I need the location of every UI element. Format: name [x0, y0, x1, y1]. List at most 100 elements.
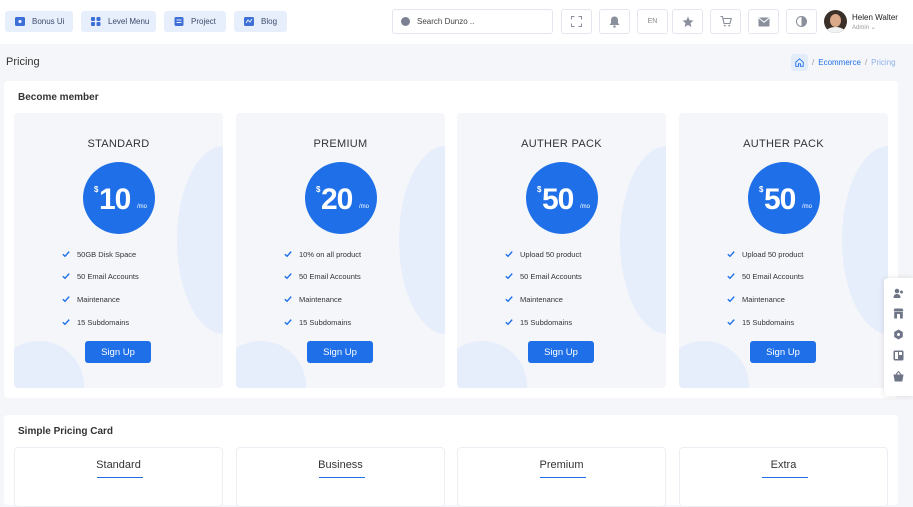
fullscreen-button[interactable] [561, 9, 592, 34]
price-period: /mo [580, 204, 591, 210]
cart-icon [720, 16, 732, 27]
decorative-circle [177, 146, 223, 334]
sign-up-button[interactable]: Sign Up [85, 341, 151, 363]
check-icon [284, 319, 292, 326]
chevron-down-icon: ⌄ [870, 25, 876, 31]
check-icon [505, 296, 513, 303]
cart-button[interactable] [710, 9, 741, 34]
feature-label: 50GB Disk Space [77, 250, 137, 259]
mail-icon [757, 17, 770, 26]
feature-item: Upload 50 product [727, 250, 804, 259]
dark-mode-icon [796, 16, 807, 27]
feature-item: 50 Email Accounts [505, 272, 582, 281]
plan-title: PREMIUM [313, 138, 368, 150]
decorative-circle [620, 146, 666, 334]
decorative-circle [679, 341, 749, 388]
check-icon [727, 273, 735, 280]
feature-label: 50 Email Accounts [77, 272, 139, 281]
simple-card-title: Business [318, 459, 363, 471]
feature-label: 50 Email Accounts [742, 272, 804, 281]
plan-title: AUTHER PACK [521, 138, 602, 150]
price-currency: $ [537, 185, 542, 194]
price-badge: $50/mo [526, 162, 598, 234]
bell-icon [609, 16, 620, 28]
pricing-card: AUTHER PACK $50/mo Upload 50 product 50 Ema… [457, 113, 666, 388]
plan-title: AUTHER PACK [743, 138, 824, 150]
feature-item: 50 Email Accounts [284, 272, 361, 281]
nav-blog-label: Blog [261, 17, 278, 26]
check-icon [62, 273, 70, 280]
simple-card: Business [236, 447, 445, 507]
simple-card-title: Standard [96, 459, 141, 471]
decorative-circle [842, 146, 888, 334]
home-icon [795, 58, 804, 67]
breadcrumb-separator: / [864, 58, 868, 67]
user-role-label: Admin [852, 25, 870, 31]
price-badge: $10/mo [83, 162, 155, 234]
messages-button[interactable] [748, 9, 779, 34]
notification-button[interactable] [599, 9, 630, 34]
user-icon[interactable] [893, 288, 904, 299]
nav-bonus-ui[interactable]: Bonus Ui [5, 11, 73, 32]
price-amount: 50 [542, 183, 574, 216]
user-role[interactable]: Admin ⌄ [852, 24, 876, 31]
title-underline [762, 477, 808, 478]
nav-project[interactable]: Project [164, 11, 226, 32]
price-period: /mo [359, 204, 370, 210]
sign-up-button[interactable]: Sign Up [750, 341, 816, 363]
settings-icon[interactable] [893, 329, 904, 340]
feature-item: Upload 50 product [505, 250, 582, 259]
feature-label: 50 Email Accounts [520, 272, 582, 281]
price-currency: $ [759, 185, 764, 194]
feature-label: Maintenance [520, 295, 563, 304]
check-icon [505, 251, 513, 258]
avatar[interactable] [824, 10, 847, 33]
pricing-card: AUTHER PACK $50/mo Upload 50 product 50 Ema… [679, 113, 888, 388]
nav-level-menu[interactable]: Level Menu [81, 11, 156, 32]
pricing-card: STANDARD $10/mo 50GB Disk Space 50 Email Ac… [14, 113, 223, 388]
feature-item: Maintenance [727, 295, 785, 304]
sign-up-button[interactable]: Sign Up [528, 341, 594, 363]
bookmark-button[interactable] [672, 9, 703, 34]
simple-card: Extra [679, 447, 888, 507]
check-icon [62, 296, 70, 303]
sign-up-button[interactable]: Sign Up [307, 341, 373, 363]
price-period: /mo [137, 204, 148, 210]
basket-icon[interactable] [893, 371, 904, 382]
home-breadcrumb-button[interactable] [791, 54, 808, 71]
feature-item: Maintenance [284, 295, 342, 304]
breadcrumb-ecommerce[interactable]: Ecommerce [818, 58, 861, 67]
user-name[interactable]: Helen Walter [852, 13, 898, 22]
title-underline [540, 477, 586, 478]
nav-bonus-ui-label: Bonus Ui [32, 17, 65, 26]
blog-icon [244, 17, 254, 26]
decorative-circle [236, 341, 306, 388]
feature-label: Maintenance [77, 295, 120, 304]
price-currency: $ [316, 185, 321, 194]
check-icon [62, 251, 70, 258]
price-amount: 10 [99, 183, 131, 216]
section-title: Simple Pricing Card [18, 426, 114, 437]
shop-icon[interactable] [893, 308, 904, 319]
feature-item: 15 Subdomains [284, 318, 351, 327]
feature-label: Upload 50 product [520, 250, 582, 259]
feature-label: 15 Subdomains [742, 318, 795, 327]
feature-item: Maintenance [505, 295, 563, 304]
price-amount: 50 [764, 183, 796, 216]
feature-label: Upload 50 product [742, 250, 804, 259]
check-icon [62, 319, 70, 326]
feature-label: 10% on all product [299, 250, 362, 259]
search-box[interactable]: Search Dunzo .. [392, 9, 553, 34]
simple-card: Standard [14, 447, 223, 507]
search-input-placeholder[interactable]: Search Dunzo .. [417, 17, 474, 26]
layout-icon[interactable] [893, 350, 904, 361]
language-button[interactable]: EN [637, 9, 668, 34]
theme-toggle-button[interactable] [786, 9, 817, 34]
search-icon [401, 17, 410, 26]
title-underline [319, 477, 365, 478]
nav-blog[interactable]: Blog [234, 11, 287, 32]
decorative-circle [457, 341, 527, 388]
feature-label: 50 Email Accounts [299, 272, 361, 281]
plan-title: STANDARD [87, 138, 150, 150]
feature-label: Maintenance [299, 295, 342, 304]
